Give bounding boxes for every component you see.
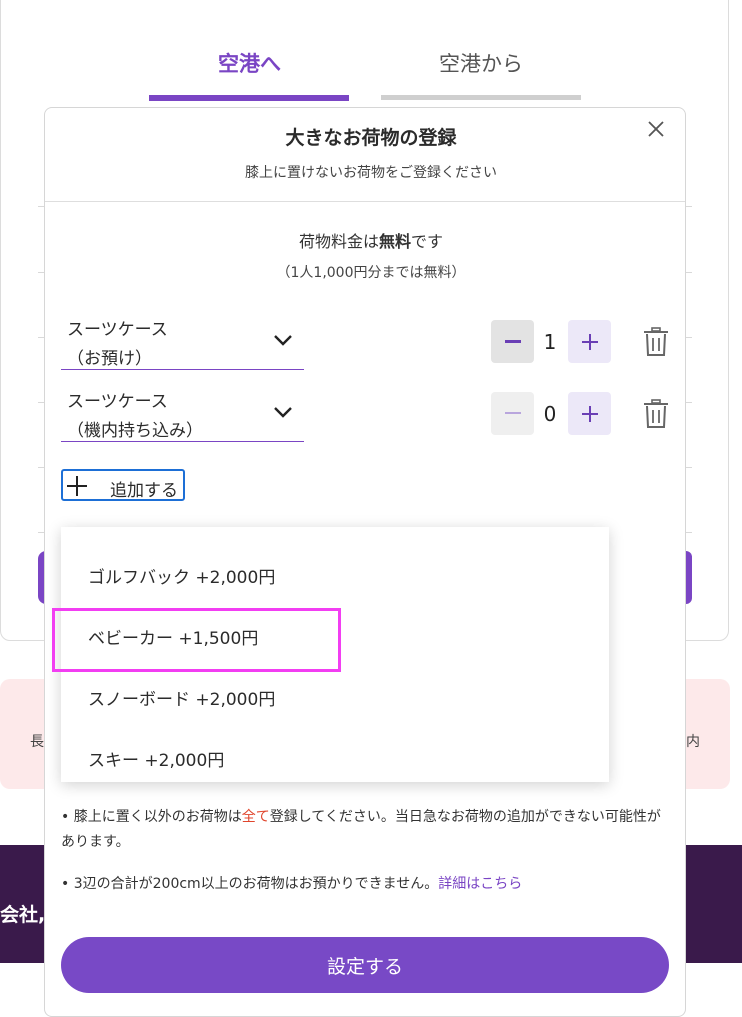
selection-highlight	[52, 608, 341, 672]
select-label-line2: （機内持ち込み）	[67, 421, 203, 441]
note-size-limit: • 3辺の合計が200cm以上のお荷物はお預かりできません。詳細はこちら	[61, 876, 523, 892]
chevron-down-icon	[274, 335, 292, 346]
fee-line: 荷物料金は無料です	[0, 228, 742, 252]
add-luggage-label: 追加する	[110, 481, 178, 501]
tab-inactive-indicator	[381, 95, 581, 100]
plus-icon	[67, 476, 87, 496]
select-label-line2: （お預け）	[67, 349, 152, 369]
note-register-all: • 膝上に置く以外のお荷物は全て登録してください。当日急なお荷物の追加ができない…	[61, 809, 661, 850]
select-label-line1: スーツケース	[67, 392, 168, 412]
decrement-button[interactable]	[491, 392, 534, 435]
luggage-type-select[interactable]: スーツケース （お預け）	[61, 311, 304, 370]
background-divider	[686, 467, 692, 468]
increment-button[interactable]	[568, 392, 611, 435]
note1-emphasis: 全て	[241, 809, 270, 825]
background-divider	[686, 337, 692, 338]
decrement-button[interactable]	[491, 320, 534, 363]
fee-prefix: 荷物料金は	[298, 232, 379, 251]
fee-note: （1人1,000円分までは無料）	[276, 265, 466, 281]
dropdown-option-snowboard[interactable]: スノーボード +2,000円	[88, 685, 275, 710]
chevron-down-icon	[274, 407, 292, 418]
plus-icon	[581, 333, 598, 350]
tab-from-airport[interactable]: 空港から	[439, 48, 523, 78]
background-notice-text: 内	[686, 734, 700, 750]
dropdown-option-golf[interactable]: ゴルフバック +2,000円	[88, 563, 275, 588]
background-search-button	[686, 551, 692, 604]
background-divider	[686, 402, 692, 403]
trash-icon[interactable]	[643, 327, 669, 357]
quantity-value: 1	[543, 330, 557, 354]
modal-subtitle: 膝上に置けないお荷物をご登録ください	[245, 165, 497, 181]
background-divider	[686, 206, 692, 207]
add-luggage-button[interactable]: 追加する	[61, 469, 185, 501]
tab-active-indicator	[149, 95, 349, 101]
submit-button[interactable]: 設定する	[61, 937, 669, 993]
increment-button[interactable]	[568, 320, 611, 363]
luggage-type-select[interactable]: スーツケース （機内持ち込み）	[61, 383, 304, 442]
details-link[interactable]: 詳細はこちら	[438, 876, 522, 892]
plus-icon	[581, 405, 598, 422]
fee-suffix: です	[411, 232, 444, 251]
quantity-value: 0	[543, 402, 557, 426]
dropdown-option-ski[interactable]: スキー +2,000円	[88, 746, 224, 771]
close-icon[interactable]	[646, 119, 666, 139]
fee-free: 無料	[378, 232, 411, 251]
trash-icon[interactable]	[643, 399, 669, 429]
modal-title: 大きなお荷物の登録	[285, 127, 457, 149]
background-divider	[686, 532, 692, 533]
modal-divider	[45, 201, 685, 202]
minus-icon	[504, 339, 521, 343]
minus-icon	[504, 411, 521, 414]
note2-text: 3辺の合計が200cm以上のお荷物はお預かりできません。	[73, 876, 439, 892]
tab-to-airport[interactable]: 空港へ	[218, 48, 281, 78]
background-footer-text: 会社,	[0, 904, 46, 926]
select-label-line1: スーツケース	[67, 320, 168, 340]
note1-a: 膝上に置く以外のお荷物は	[73, 809, 242, 825]
background-notice-text: 長	[30, 734, 44, 750]
